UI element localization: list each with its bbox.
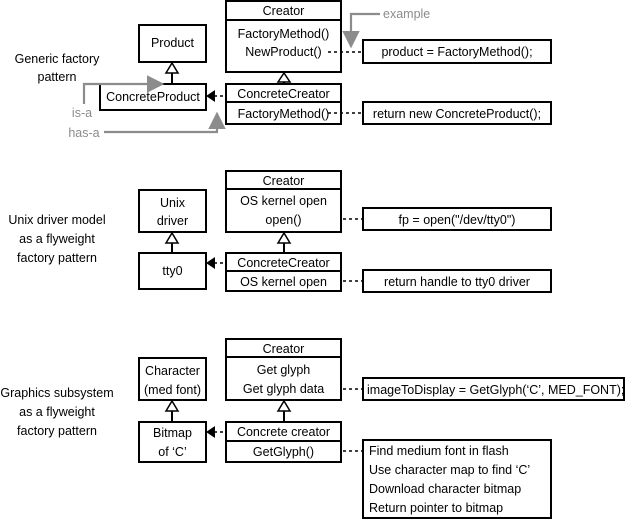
creates-arrow: [206, 257, 215, 269]
code-text: return handle to tty0 driver: [384, 275, 530, 289]
step-text: Return pointer to bitmap: [369, 501, 503, 515]
product-label: Character: [145, 364, 200, 378]
creator-method: open(): [265, 213, 301, 227]
inheritance-arrow: [276, 231, 292, 244]
inheritance-arrow: [276, 71, 292, 83]
concrete-creator-title: Concrete creator: [237, 425, 330, 439]
section-label: Generic factory: [15, 52, 101, 66]
creator-method: Get glyph data: [243, 382, 324, 396]
inheritance-arrow: [276, 399, 292, 412]
inheritance-arrow: [164, 231, 180, 244]
concrete-product-label: of ‘C’: [158, 445, 186, 459]
code-text: imageToDisplay = GetGlyph(‘C’, MED_FONT)…: [367, 383, 624, 397]
creator-method: NewProduct(): [245, 45, 321, 59]
is-a-annotation: is-a: [72, 106, 92, 120]
product-label: driver: [157, 214, 188, 228]
inheritance-arrow: [164, 399, 180, 412]
creator-title: Creator: [263, 174, 305, 188]
section-label: Graphics subsystem: [0, 386, 113, 400]
inheritance-arrow: [164, 61, 180, 74]
product-label: Unix: [160, 196, 186, 210]
creator-method: FactoryMethod(): [238, 27, 330, 41]
has-a-arrow: [104, 111, 226, 134]
creator-method: OS kernel open: [240, 194, 327, 208]
code-text: fp = open("/dev/tty0"): [399, 213, 516, 227]
step-text: Use character map to find ‘C’: [369, 463, 530, 477]
concrete-creator-title: ConcreteCreator: [237, 87, 329, 101]
creator-title: Creator: [263, 4, 305, 18]
unix-driver-section: Unix driver model as a flyweight factory…: [8, 170, 552, 293]
concrete-product-label: tty0: [162, 264, 182, 278]
concrete-creator-method: OS kernel open: [240, 275, 327, 289]
graphics-subsystem-section: Graphics subsystem as a flyweight factor…: [0, 338, 625, 519]
creator-method: Get glyph: [257, 363, 311, 377]
concrete-product-label: ConcreteProduct: [106, 90, 200, 104]
concrete-creator-method: GetGlyph(): [253, 445, 314, 459]
product-label: Product: [151, 36, 195, 50]
code-text: product = FactoryMethod();: [381, 45, 532, 59]
creator-title: Creator: [263, 342, 305, 356]
code-text: return new ConcreteProduct();: [373, 107, 541, 121]
section-label: factory pattern: [17, 251, 97, 265]
creates-arrow: [206, 90, 215, 102]
section-label: pattern: [38, 70, 77, 84]
step-text: Find medium font in flash: [369, 444, 509, 458]
example-annotation: example: [383, 7, 430, 21]
creates-arrow: [206, 426, 215, 438]
product-label: (med font): [144, 383, 201, 397]
has-a-annotation: has-a: [68, 126, 99, 140]
concrete-creator-method: FactoryMethod(): [238, 107, 330, 121]
concrete-product-label: Bitmap: [153, 426, 192, 440]
step-text: Download character bitmap: [369, 482, 521, 496]
section-label: factory pattern: [17, 424, 97, 438]
concrete-creator-title: ConcreteCreator: [237, 256, 329, 270]
factory-pattern-diagram: Generic factory pattern Creator FactoryM…: [0, 0, 625, 519]
section-label: as a flyweight: [19, 405, 95, 419]
generic-factory-section: Generic factory pattern Creator FactoryM…: [15, 0, 552, 140]
section-label: Unix driver model: [8, 213, 105, 227]
section-label: as a flyweight: [19, 232, 95, 246]
